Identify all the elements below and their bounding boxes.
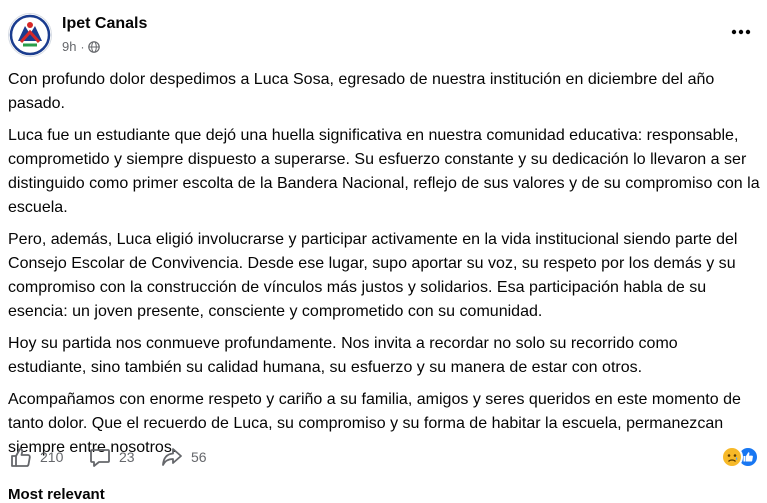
like-button[interactable]: 210 bbox=[10, 446, 63, 468]
globe-icon bbox=[88, 40, 101, 53]
more-dots-icon bbox=[731, 29, 751, 35]
ipet-logo-icon bbox=[9, 14, 51, 56]
comments-sort-button[interactable]: Most relevant bbox=[8, 486, 105, 503]
comment-count: 23 bbox=[119, 449, 135, 465]
reactions-summary[interactable] bbox=[721, 446, 759, 468]
share-icon bbox=[162, 448, 182, 466]
post-header: Ipet Canals 9h · bbox=[0, 0, 767, 64]
post-paragraph: Pero, además, Luca eligió involucrarse y… bbox=[8, 231, 738, 320]
thumbs-up-icon bbox=[11, 448, 31, 467]
post-time[interactable]: 9h bbox=[62, 39, 76, 54]
like-count: 210 bbox=[40, 449, 64, 465]
post-meta: 9h · bbox=[62, 39, 101, 54]
comment-button[interactable]: 23 bbox=[89, 446, 135, 468]
more-options-button[interactable] bbox=[727, 22, 755, 42]
post-paragraph: Luca fue un estudiante que dejó una huel… bbox=[8, 127, 760, 216]
comment-icon bbox=[90, 449, 110, 467]
post-paragraph: Con profundo dolor despedimos a Luca Sos… bbox=[8, 71, 715, 112]
share-count: 56 bbox=[191, 449, 207, 465]
post-text: Con profundo dolor despedimos a Luca Sos… bbox=[8, 68, 760, 468]
sad-reaction-icon bbox=[721, 446, 743, 468]
meta-separator: · bbox=[80, 39, 85, 54]
page-name-link[interactable]: Ipet Canals bbox=[62, 15, 147, 33]
post-paragraph: Hoy su partida nos conmueve profundament… bbox=[8, 335, 678, 376]
page-avatar[interactable] bbox=[8, 13, 52, 57]
post-actions: 210 23 56 bbox=[0, 444, 767, 474]
share-button[interactable]: 56 bbox=[161, 446, 207, 468]
